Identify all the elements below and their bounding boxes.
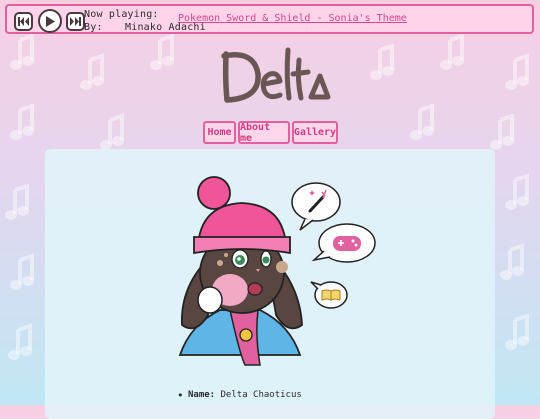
nav-home[interactable]: Home	[203, 121, 236, 144]
site-logo	[221, 47, 331, 103]
by-label: By:	[84, 22, 103, 33]
music-player: Now playing: Pokemon Sword & Shield - So…	[5, 4, 534, 34]
name-label: Name:	[188, 390, 216, 400]
nav-gallery[interactable]: Gallery	[292, 121, 338, 144]
gamepad-thought-bubble	[311, 223, 376, 263]
profile-name-item: Name: Delta Chaoticus	[177, 389, 302, 402]
previous-icon	[18, 17, 29, 26]
nav-about-me[interactable]: About me	[238, 121, 290, 144]
track-title-link[interactable]: Pokemon Sword & Shield - Sonia's Theme	[178, 13, 407, 24]
play-button[interactable]	[38, 9, 62, 33]
now-playing-label: Now playing:	[84, 9, 159, 20]
book-thought-bubble	[310, 281, 348, 309]
artist-name: Minako Adachi	[125, 22, 206, 33]
name-value: Delta Chaoticus	[220, 390, 302, 400]
wand-thought-bubble	[291, 182, 341, 231]
play-icon	[46, 15, 55, 27]
next-icon	[70, 17, 81, 26]
next-track-button[interactable]	[66, 12, 85, 31]
character-illustration	[178, 176, 376, 366]
previous-track-button[interactable]	[14, 12, 33, 31]
